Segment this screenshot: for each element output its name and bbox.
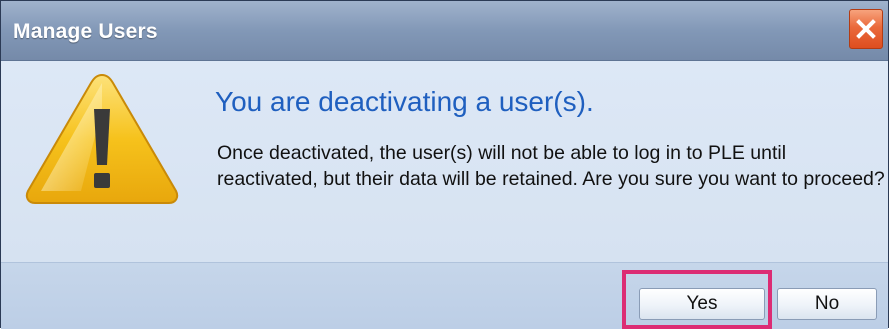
no-button[interactable]: No [777, 288, 877, 320]
warning-triangle-icon [25, 73, 179, 204]
yes-button[interactable]: Yes [639, 288, 765, 320]
close-x-icon [856, 19, 876, 39]
window-title: Manage Users [13, 20, 158, 43]
dialog-heading: You are deactivating a user(s). [215, 86, 594, 117]
close-button[interactable] [849, 9, 883, 49]
title-bar[interactable]: Manage Users [1, 1, 888, 61]
dialog-message: Once deactivated, the user(s) will not b… [217, 142, 885, 190]
manage-users-dialog: Manage Users You are deactivating a user… [0, 0, 889, 329]
